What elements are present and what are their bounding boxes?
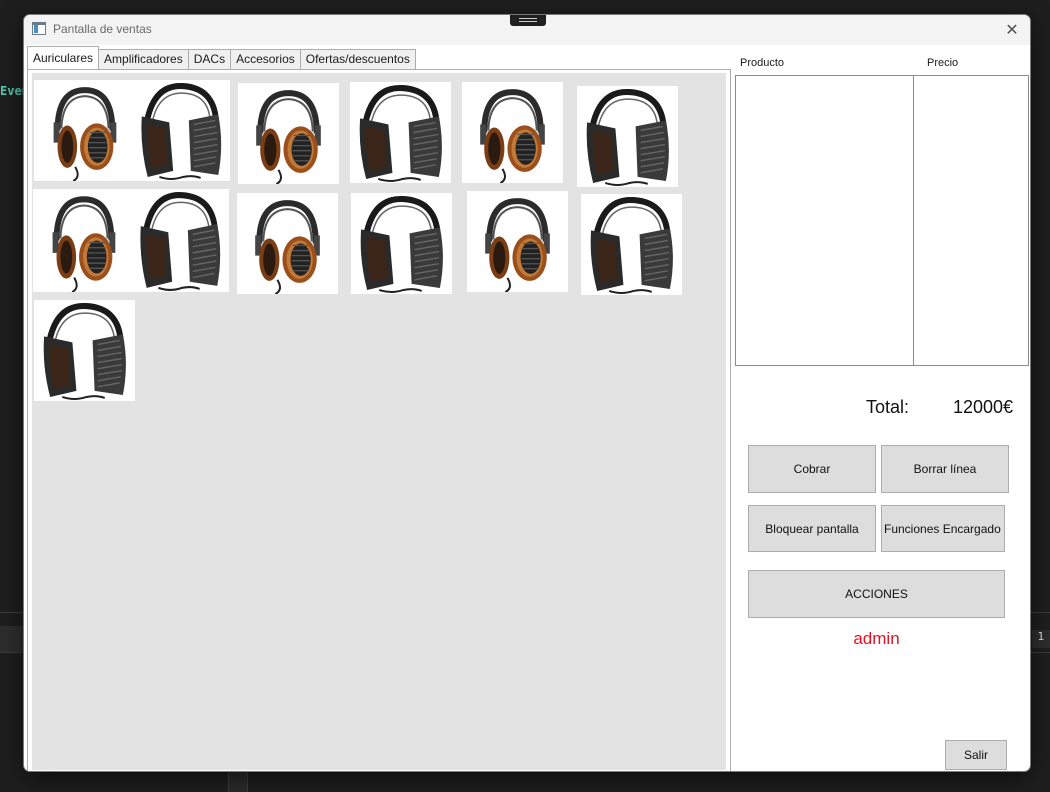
exit-button[interactable]: Salir: [945, 740, 1007, 770]
background-panel-strip: [0, 626, 24, 652]
delete-line-button[interactable]: Borrar línea: [881, 445, 1009, 493]
app-window-icon: [32, 22, 46, 35]
headphone-wood-icon: [480, 89, 545, 183]
charge-button[interactable]: Cobrar: [748, 445, 876, 493]
headphone-pair-wood-and-black-icon: [52, 192, 221, 292]
product-grid: [32, 73, 726, 770]
product-tile[interactable]: [467, 191, 568, 292]
product-tile[interactable]: [34, 300, 135, 401]
column-header-product: Producto: [740, 57, 785, 69]
tab-content-panel: [27, 69, 731, 771]
product-tile[interactable]: [238, 83, 339, 184]
headphone-wood-icon: [256, 90, 321, 184]
headphone-black-icon: [43, 303, 126, 400]
total-value: 12000€: [953, 397, 1014, 417]
tab-amplificadores[interactable]: Amplificadores: [98, 49, 189, 69]
product-tile[interactable]: [237, 193, 338, 294]
manager-functions-button[interactable]: Funciones Encargado: [881, 505, 1005, 552]
total-label: Total:: [866, 397, 910, 417]
headphone-pair-wood-and-black-icon: [53, 83, 222, 181]
column-divider: [913, 76, 914, 365]
sales-window: Pantalla de ventas ✕ Auriculares Amplifi…: [23, 14, 1031, 772]
headphone-wood-icon: [255, 200, 320, 294]
headphone-wood-icon: [485, 198, 550, 292]
product-tile[interactable]: [33, 189, 229, 292]
headphone-black-icon: [360, 196, 443, 293]
product-tile[interactable]: [34, 80, 230, 181]
product-tile[interactable]: [462, 82, 563, 183]
window-title: Pantalla de ventas: [53, 22, 152, 36]
headphone-black-icon: [359, 85, 442, 182]
actions-button[interactable]: ACCIONES: [748, 570, 1005, 618]
headphone-black-icon: [586, 89, 669, 186]
tab-accesorios[interactable]: Accesorios: [230, 49, 301, 69]
tab-auriculares[interactable]: Auriculares: [27, 46, 100, 69]
lock-screen-button[interactable]: Bloquear pantalla: [748, 505, 876, 552]
tab-ofertas-descuentos[interactable]: Ofertas/descuentos: [299, 49, 416, 69]
column-header-price: Precio: [927, 57, 959, 69]
product-tile[interactable]: [350, 82, 451, 183]
product-tile[interactable]: [577, 86, 678, 187]
tab-dacs[interactable]: DACs: [187, 49, 232, 69]
category-tabs: Auriculares Amplificadores DACs Accesori…: [27, 46, 416, 69]
order-lines-list[interactable]: [735, 75, 1029, 366]
product-tile[interactable]: [581, 194, 682, 295]
close-button[interactable]: ✕: [1000, 18, 1024, 42]
background-panel-number: 1: [1032, 630, 1050, 648]
background-splitter: [228, 772, 248, 792]
snap-layout-handle-icon[interactable]: [510, 15, 546, 26]
product-tile[interactable]: [351, 193, 452, 294]
logged-user-label: admin: [853, 629, 900, 648]
headphone-black-icon: [590, 197, 673, 294]
title-bar[interactable]: Pantalla de ventas ✕: [24, 15, 1030, 45]
